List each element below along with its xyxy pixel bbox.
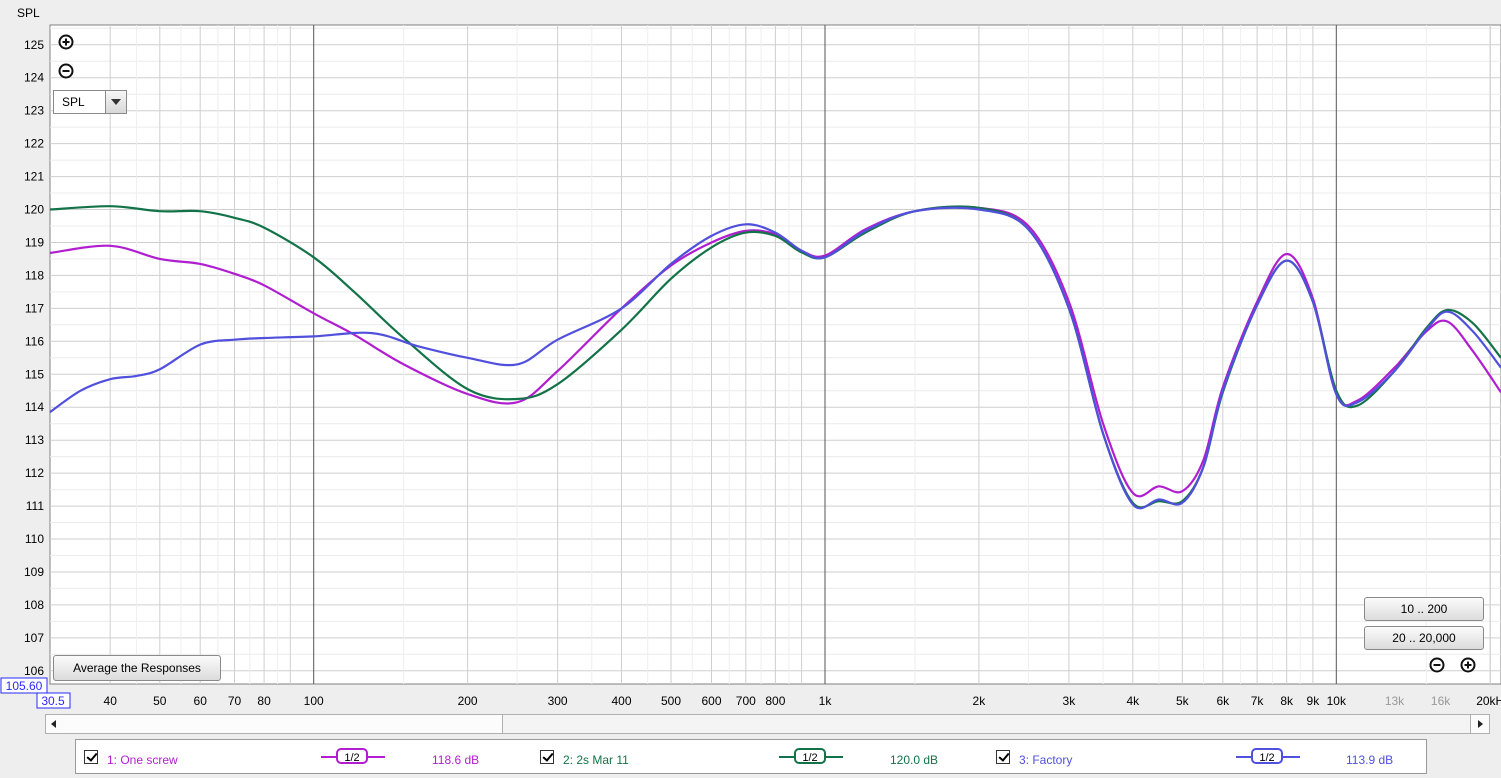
y-tick-label: 121 xyxy=(24,170,44,184)
x-tick-label: 700 xyxy=(736,694,756,708)
x-tick-label: 500 xyxy=(661,694,681,708)
legend-smoothing-1[interactable]: 1/2 xyxy=(321,748,385,766)
y-tick-label: 124 xyxy=(24,71,44,85)
x-tick-label: 6k xyxy=(1216,694,1230,708)
y-tick-label: 120 xyxy=(24,203,44,217)
legend-level-1: 118.6 dB xyxy=(432,753,480,767)
legend-checkbox-2[interactable] xyxy=(540,750,554,764)
legend-smoothing-2[interactable]: 1/2 xyxy=(779,748,843,766)
x-tick-label: 3k xyxy=(1063,694,1077,708)
scrollbar-thumb[interactable] xyxy=(64,715,503,733)
x-tick-label: 100 xyxy=(304,694,324,708)
y-tick-label: 112 xyxy=(25,466,44,480)
x-tick-label: 5k xyxy=(1176,694,1190,708)
zoom-out-icon[interactable] xyxy=(58,63,74,79)
x-tick-label: 800 xyxy=(765,694,785,708)
y-tick-label: 119 xyxy=(25,236,44,250)
x-tick-label: 4k xyxy=(1126,694,1140,708)
x-tick-label: 7k xyxy=(1251,694,1265,708)
spl-dropdown[interactable]: SPL xyxy=(53,90,127,114)
horizontal-scrollbar[interactable] xyxy=(45,714,1490,734)
y-tick-label: 110 xyxy=(25,532,44,546)
y-tick-label: 117 xyxy=(25,301,44,315)
x-tick-label: 16k xyxy=(1431,694,1451,708)
y-tick-label: 115 xyxy=(25,367,44,381)
x-min-label: 30.5 xyxy=(41,694,65,708)
y-tick-label: 114 xyxy=(25,400,44,414)
scroll-left-icon[interactable] xyxy=(46,715,65,733)
y-tick-labels: 106 107 108 109 110 111 112 113 114 115 116 117 118 1… xyxy=(24,38,44,678)
x-tick-label: 20kHz xyxy=(1476,694,1501,708)
x-tick-label: 13k xyxy=(1385,694,1405,708)
x-tick-label: 50 xyxy=(153,694,167,708)
frequency-response-plot[interactable]: SPL 106 107 108 109 110 111 112 113 114 115 116 117… xyxy=(0,0,1501,778)
legend-smoothing-value-2: 1/2 xyxy=(794,748,826,764)
average-responses-button[interactable]: Average the Responses xyxy=(53,655,221,681)
y-tick-label: 125 xyxy=(24,38,44,52)
y-tick-label: 107 xyxy=(24,631,44,645)
x-zoom-in-icon[interactable] xyxy=(1460,657,1476,673)
x-tick-label: 9k xyxy=(1307,694,1321,708)
y-tick-label: 113 xyxy=(25,433,44,447)
x-tick-label: 10k xyxy=(1327,694,1347,708)
y-tick-label: 106 xyxy=(24,664,44,678)
x-tick-label: 400 xyxy=(611,694,631,708)
legend-checkbox-1[interactable] xyxy=(84,750,98,764)
legend-level-3: 113.9 dB xyxy=(1346,753,1394,767)
legend-label-3: 3: Factory xyxy=(1019,753,1073,767)
x-zoom-out-icon[interactable] xyxy=(1429,657,1445,673)
y-tick-label: 123 xyxy=(24,104,44,118)
chevron-down-icon[interactable] xyxy=(105,91,126,113)
x-tick-label: 1k xyxy=(819,694,833,708)
y-tick-label: 122 xyxy=(24,137,44,151)
y-tick-label: 116 xyxy=(25,334,44,348)
x-tick-label: 200 xyxy=(458,694,478,708)
legend: 1: One screw 1/2 118.6 dB 2: 2s Mar 11 1… xyxy=(75,739,1427,774)
y-tick-label: 109 xyxy=(24,565,44,579)
scroll-right-icon[interactable] xyxy=(1470,715,1489,733)
spl-dropdown-value: SPL xyxy=(62,95,85,109)
zoom-in-icon[interactable] xyxy=(58,34,74,50)
y-tick-label: 111 xyxy=(26,499,45,513)
legend-label-1: 1: One screw xyxy=(107,753,178,767)
legend-smoothing-value-1: 1/2 xyxy=(336,748,368,764)
x-tick-label: 60 xyxy=(194,694,208,708)
x-tick-label: 40 xyxy=(104,694,118,708)
range-20-20000-button[interactable]: 20 .. 20,000 xyxy=(1364,626,1484,650)
x-tick-label: 2k xyxy=(973,694,987,708)
legend-checkbox-3[interactable] xyxy=(996,750,1010,764)
legend-level-2: 120.0 dB xyxy=(890,753,939,767)
y-axis-label: SPL xyxy=(17,6,40,20)
x-tick-label: 70 xyxy=(228,694,242,708)
y-tick-label: 108 xyxy=(24,598,44,612)
legend-smoothing-value-3: 1/2 xyxy=(1251,748,1283,764)
x-tick-label: 80 xyxy=(257,694,271,708)
x-tick-label: 600 xyxy=(701,694,721,708)
x-tick-labels: 40 50 60 70 80 100 200 300 400 500 600 700 800 1k 2k 3k… xyxy=(104,694,1501,708)
x-tick-label: 300 xyxy=(548,694,568,708)
legend-label-2: 2: 2s Mar 11 xyxy=(563,753,629,767)
y-min-label: 105.60 xyxy=(6,679,43,693)
x-tick-label: 8k xyxy=(1280,694,1294,708)
y-tick-label: 118 xyxy=(25,268,44,282)
legend-smoothing-3[interactable]: 1/2 xyxy=(1236,748,1300,766)
range-10-200-button[interactable]: 10 .. 200 xyxy=(1364,597,1484,621)
